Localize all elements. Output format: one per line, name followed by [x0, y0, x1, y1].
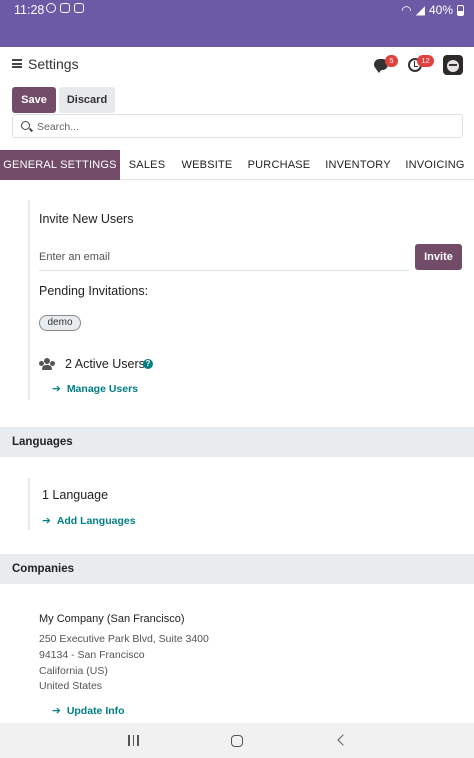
tab-invoicing[interactable]: INVOICING — [404, 150, 466, 180]
status-right: ◠ ◢ 40% — [401, 3, 464, 17]
search-bar — [12, 114, 463, 138]
tab-inventory[interactable]: INVENTORY — [322, 150, 394, 180]
pending-invitation-chip[interactable]: demo — [39, 315, 81, 331]
status-time: 11:28 — [14, 3, 45, 17]
recents-icon[interactable] — [128, 735, 139, 746]
wifi-icon: ◠ — [401, 3, 412, 17]
users-icon — [39, 358, 55, 370]
discard-button[interactable]: Discard — [59, 87, 115, 113]
tab-purchase[interactable]: PURCHASE — [246, 150, 312, 180]
search-icon — [21, 121, 30, 130]
tab-general-settings[interactable]: GENERAL SETTINGS — [0, 150, 120, 180]
email-field[interactable] — [39, 245, 409, 269]
status-bar: 11:28 ◠ ◢ 40% — [0, 0, 474, 47]
page-title: Settings — [28, 56, 79, 72]
home-icon[interactable] — [231, 735, 243, 747]
arrow-right-icon: ➔ — [52, 705, 61, 717]
email-field-wrapper — [39, 245, 409, 271]
battery-icon — [457, 4, 464, 16]
add-languages-link[interactable]: ➔ Add Languages — [42, 515, 136, 527]
companies-header: Companies — [0, 554, 474, 584]
file-icon — [74, 3, 84, 13]
tab-website[interactable]: WEBSITE — [178, 150, 236, 180]
add-languages-label: Add Languages — [56, 515, 136, 527]
messages-badge: 5 — [385, 55, 398, 67]
users-block-border — [28, 200, 30, 400]
whatsapp-icon — [46, 3, 56, 13]
battery-level: 40% — [428, 3, 453, 17]
languages-header: Languages — [0, 427, 474, 457]
user-avatar[interactable] — [443, 55, 463, 75]
system-nav-bar — [0, 723, 474, 758]
invite-users-title: Invite New Users — [39, 212, 134, 226]
menu-icon[interactable] — [12, 59, 22, 68]
manage-users-label: Manage Users — [66, 383, 139, 395]
manage-users-link[interactable]: ➔ Manage Users — [52, 383, 138, 395]
arrow-right-icon: ➔ — [42, 515, 51, 527]
company-address-line: 250 Executive Park Blvd, Suite 3400 — [39, 633, 209, 645]
company-address-line: California (US) — [39, 665, 108, 677]
search-input[interactable] — [37, 118, 437, 135]
arrow-right-icon: ➔ — [52, 383, 61, 395]
gallery-icon — [60, 3, 70, 13]
update-info-label: Update Info — [66, 705, 125, 717]
company-address-line: 94134 - San Francisco — [39, 649, 145, 661]
tab-sales[interactable]: SALES — [124, 150, 170, 180]
company-name: My Company (San Francisco) — [39, 613, 185, 625]
activity-badge: 12 — [417, 55, 434, 67]
save-button[interactable]: Save — [12, 87, 56, 113]
settings-tabs: GENERAL SETTINGS SALES WEBSITE PURCHASE … — [0, 150, 474, 180]
invite-button[interactable]: Invite — [415, 244, 462, 270]
language-count: 1 Language — [42, 488, 109, 502]
active-users-count: 2 Active Users — [65, 357, 145, 371]
languages-block-border — [28, 478, 30, 530]
company-address-line: United States — [39, 680, 103, 692]
notification-icons — [46, 3, 84, 13]
pending-invitations-title: Pending Invitations: — [39, 284, 149, 298]
back-icon[interactable] — [337, 734, 349, 746]
top-bar: Settings — [0, 47, 474, 83]
signal-icon: ◢ — [415, 3, 425, 17]
update-info-link[interactable]: ➔ Update Info — [52, 705, 125, 717]
help-icon[interactable]: ? — [143, 359, 153, 369]
